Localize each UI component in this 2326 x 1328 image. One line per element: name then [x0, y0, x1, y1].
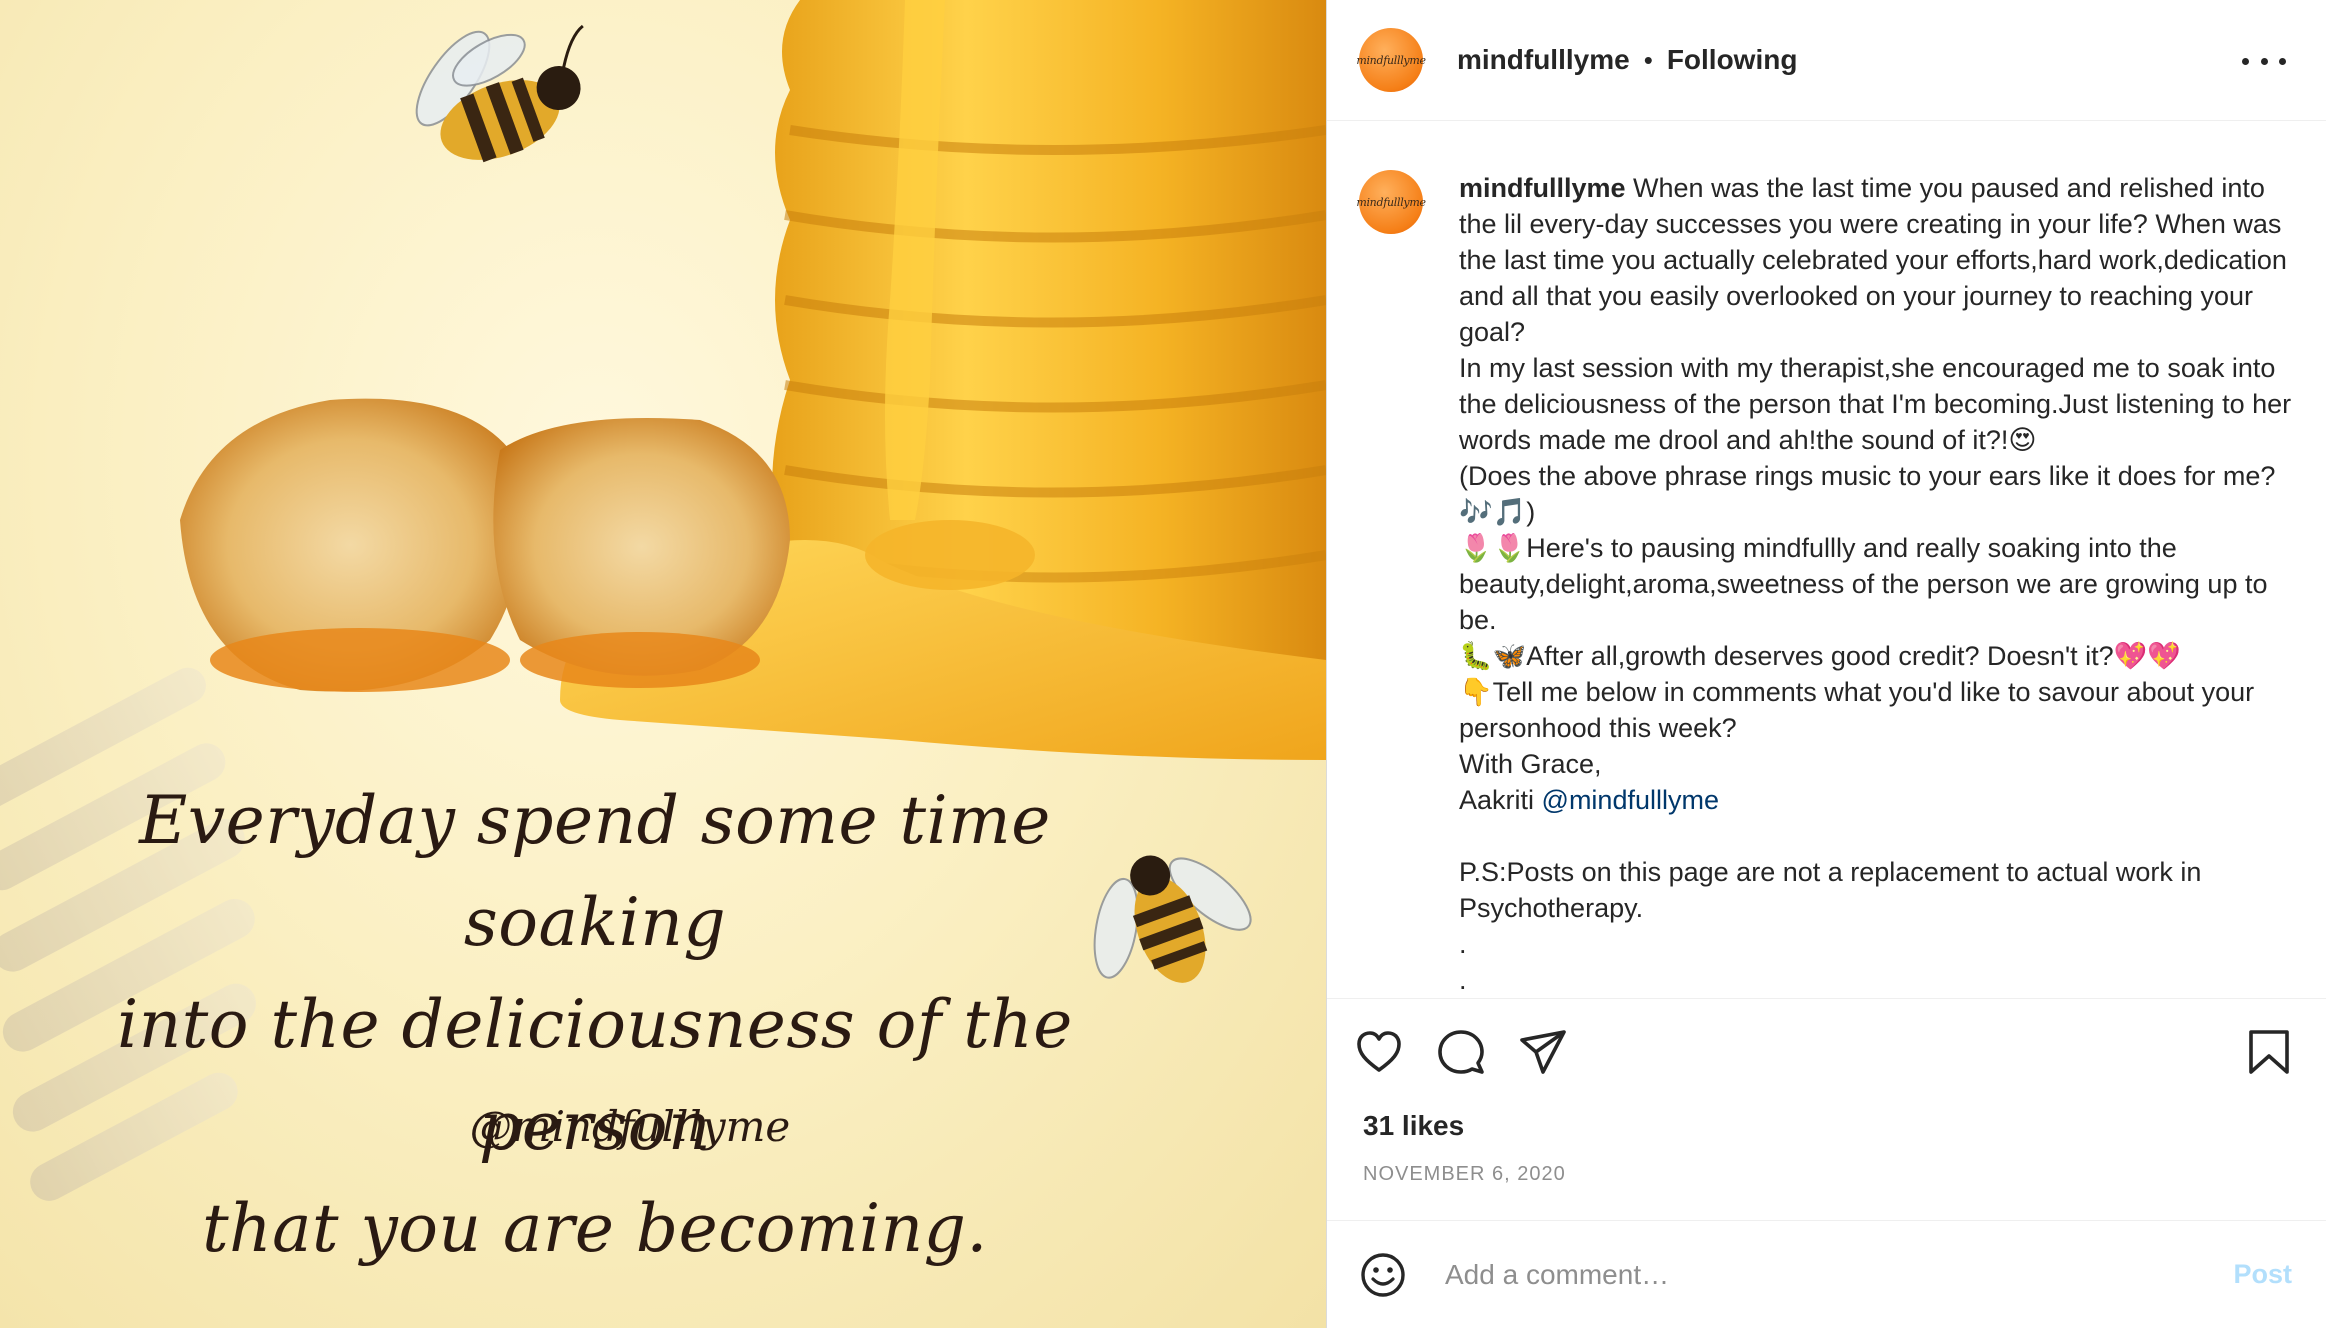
caption-text: mindfulllyme When was the last time you …: [1459, 170, 2296, 998]
image-quote: Everyday spend some time soaking into th…: [80, 770, 1110, 1280]
image-handle: @mindfulllyme: [469, 1102, 791, 1151]
comment-icon[interactable]: [1431, 1022, 1491, 1082]
share-icon[interactable]: [1513, 1022, 1573, 1082]
honeycomb: [180, 398, 790, 692]
avatar-mark: mindfulllyme: [1356, 195, 1426, 209]
quote-line: Everyday spend some time soaking: [139, 782, 1051, 961]
quote-line: that you are becoming.: [202, 1190, 988, 1267]
comment-input[interactable]: [1445, 1258, 2185, 1291]
emoji-icon[interactable]: [1355, 1247, 1411, 1303]
caption-username[interactable]: mindfulllyme: [1459, 173, 1626, 203]
post-header: mindfulllyme mindfulllyme • Following: [1327, 0, 2326, 121]
comment-bar: Post: [1327, 1221, 2326, 1328]
header-username[interactable]: mindfulllyme: [1457, 44, 1630, 76]
caption-footer: P.S:Posts on this page are not a replace…: [1459, 857, 2202, 995]
more-options-icon[interactable]: [2242, 44, 2286, 78]
bookmark-icon[interactable]: [2239, 1022, 2299, 1082]
caption-scroll-area[interactable]: mindfulllyme mindfulllyme When was the l…: [1327, 122, 2326, 998]
header-separator: •: [1643, 44, 1653, 75]
action-bar: [1349, 1022, 2305, 1082]
caption-body: When was the last time you paused and re…: [1459, 173, 2292, 815]
post-side-panel: mindfulllyme mindfulllyme • Following mi…: [1326, 0, 2326, 1328]
post-modal: Everyday spend some time soaking into th…: [0, 0, 2326, 1328]
divider: [1327, 998, 2326, 999]
avatar[interactable]: mindfulllyme: [1356, 28, 1426, 92]
post-comment-button[interactable]: Post: [2233, 1259, 2292, 1290]
caption: mindfulllyme mindfulllyme When was the l…: [1356, 170, 2296, 998]
likes-count[interactable]: 31 likes: [1363, 1110, 1464, 1142]
avatar-mark: mindfulllyme: [1356, 53, 1426, 67]
caption-mention[interactable]: @mindfulllyme: [1542, 785, 1719, 815]
bee-icon: [415, 24, 584, 163]
post-image[interactable]: Everyday spend some time soaking into th…: [0, 0, 1326, 1328]
following-button[interactable]: Following: [1667, 44, 1798, 76]
heart-icon[interactable]: [1349, 1022, 1409, 1082]
post-date[interactable]: NOVEMBER 6, 2020: [1363, 1163, 1566, 1186]
avatar[interactable]: mindfulllyme: [1356, 170, 1426, 234]
